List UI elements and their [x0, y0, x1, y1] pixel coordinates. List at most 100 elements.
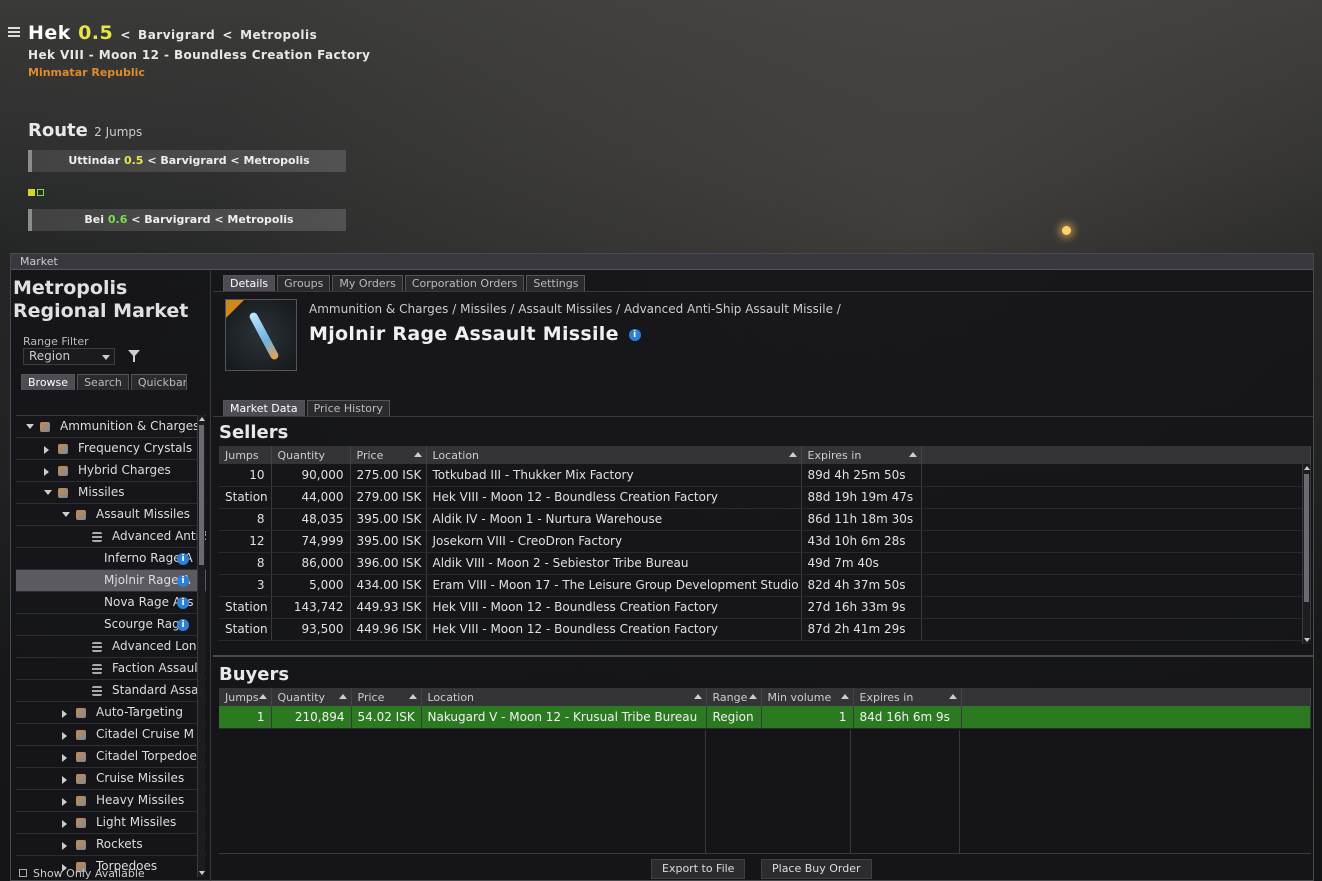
window-title[interactable]: Market: [11, 254, 1313, 270]
sellers-scrollbar[interactable]: [1302, 464, 1310, 644]
column-header[interactable]: Quantity: [271, 446, 351, 464]
chevron-right-icon[interactable]: [62, 754, 67, 762]
buyer-row[interactable]: 1 210,894 54.02 ISK Nakugard V - Moon 12 - …: [219, 706, 1311, 729]
chevron-down-icon[interactable]: [62, 512, 70, 517]
route-destination[interactable]: Bei 0.6 < Barvigrard < Metropolis: [28, 209, 346, 231]
chevron-right-icon[interactable]: [62, 776, 67, 784]
tree-item[interactable]: Standard Assault: [16, 680, 206, 702]
column-header[interactable]: Min volume: [761, 688, 854, 706]
scroll-down-icon[interactable]: [199, 871, 205, 875]
chevron-down-icon[interactable]: [44, 490, 52, 495]
splitter[interactable]: [213, 655, 1313, 657]
scroll-thumb[interactable]: [1304, 474, 1309, 602]
scroll-down-icon[interactable]: [1304, 638, 1310, 642]
info-icon[interactable]: i: [177, 619, 189, 631]
tree-item[interactable]: Frequency Crystals: [16, 438, 206, 460]
checkbox-icon[interactable]: [19, 869, 27, 877]
tree-item[interactable]: Advanced Long R: [16, 636, 206, 658]
tree-item[interactable]: Inferno Rage Ai: [16, 548, 206, 570]
item-thumbnail[interactable]: [225, 299, 297, 371]
tree-item[interactable]: Scourge Rage i: [16, 614, 206, 636]
item-breadcrumb[interactable]: Ammunition & Charges / Missiles / Assaul…: [309, 302, 841, 316]
current-system[interactable]: Hek 0.5 < Barvigrard < Metropolis: [28, 22, 317, 44]
seller-row[interactable]: 8 48,035 395.00 ISK Aldik IV - Moon 1 - Nur…: [219, 508, 1311, 531]
seller-row[interactable]: Station 44,000 279.00 ISK Hek VIII - Moon 1…: [219, 486, 1311, 509]
show-only-available-toggle[interactable]: Show Only Available: [19, 867, 145, 880]
tree-item[interactable]: Cruise Missiles: [16, 768, 206, 790]
chevron-right-icon[interactable]: [44, 446, 49, 454]
scroll-up-icon[interactable]: [1304, 466, 1310, 470]
sort-arrow-icon[interactable]: [748, 694, 757, 699]
export-to-file-button[interactable]: Export to File: [651, 859, 746, 879]
sort-arrow-icon[interactable]: [338, 694, 347, 699]
hamburger-menu-icon[interactable]: [8, 27, 20, 37]
tree-item[interactable]: Heavy Missiles: [16, 790, 206, 812]
tab-my-orders[interactable]: My Orders: [332, 275, 403, 291]
column-header[interactable]: Quantity: [271, 688, 352, 706]
chevron-right-icon[interactable]: [44, 468, 49, 476]
column-header[interactable]: Jumps: [219, 446, 272, 464]
info-icon[interactable]: i: [628, 329, 641, 341]
tab-corporation-orders[interactable]: Corporation Orders: [404, 275, 525, 291]
tab-quickbar[interactable]: Quickbar: [130, 374, 187, 390]
sort-arrow-icon[interactable]: [840, 694, 849, 699]
sort-arrow-icon[interactable]: [258, 694, 267, 699]
tree-item[interactable]: Assault Missiles: [16, 504, 206, 526]
faction-name[interactable]: Minmatar Republic: [28, 66, 145, 79]
tab-groups[interactable]: Groups: [277, 275, 331, 291]
tree-item[interactable]: Nova Rage Ass i: [16, 592, 206, 614]
tab-market-data[interactable]: Market Data: [223, 400, 305, 416]
tree-item[interactable]: Auto-Targeting: [16, 702, 206, 724]
info-icon[interactable]: i: [177, 553, 189, 565]
sort-arrow-icon[interactable]: [693, 694, 702, 699]
column-header[interactable]: Location: [421, 688, 707, 706]
station-name[interactable]: Hek VIII - Moon 12 - Boundless Creation …: [28, 48, 370, 62]
tree-item[interactable]: Rockets: [16, 834, 206, 856]
tree-item[interactable]: Hybrid Charges: [16, 460, 206, 482]
tree-scrollbar[interactable]: [197, 415, 205, 877]
scroll-up-icon[interactable]: [199, 417, 205, 421]
seller-row[interactable]: 12 74,999 395.00 ISK Josekorn VIII - CreoDr…: [219, 530, 1311, 553]
place-buy-order-button[interactable]: Place Buy Order: [761, 859, 872, 879]
chevron-down-icon[interactable]: [26, 424, 34, 429]
seller-row[interactable]: 10 90,000 275.00 ISK Totkubad III - Thukker…: [219, 464, 1311, 487]
chevron-right-icon[interactable]: [62, 732, 67, 740]
info-icon[interactable]: i: [177, 575, 189, 587]
filter-icon[interactable]: [128, 350, 140, 362]
tree-item[interactable]: Ammunition & Charges: [16, 416, 206, 438]
range-filter-select[interactable]: Region: [23, 348, 115, 365]
column-header[interactable]: Location: [426, 446, 802, 464]
sort-arrow-icon[interactable]: [413, 452, 422, 457]
column-header[interactable]: Price: [350, 446, 427, 464]
column-header[interactable]: Jumps: [219, 688, 272, 706]
tab-settings[interactable]: Settings: [526, 275, 586, 291]
tree-item[interactable]: Citadel Cruise M: [16, 724, 206, 746]
tab-browse[interactable]: Browse: [21, 374, 76, 390]
tab-price-history[interactable]: Price History: [306, 400, 391, 416]
chevron-right-icon[interactable]: [62, 710, 67, 718]
column-header[interactable]: Price: [351, 688, 422, 706]
seller-row[interactable]: 3 5,000 434.00 ISK Eram VIII - Moon 17 - Th…: [219, 574, 1311, 597]
column-header[interactable]: Expires in: [801, 446, 922, 464]
route-waypoint[interactable]: Uttindar 0.5 < Barvigrard < Metropolis: [28, 150, 346, 172]
sort-arrow-icon[interactable]: [788, 452, 797, 457]
seller-row[interactable]: 8 86,000 396.00 ISK Aldik VIII - Moon 2 - S…: [219, 552, 1311, 575]
scroll-thumb[interactable]: [199, 425, 204, 565]
seller-row[interactable]: Station 143,742 449.93 ISK Hek VIII - Moon …: [219, 596, 1311, 619]
tab-details[interactable]: Details: [223, 275, 276, 291]
sort-arrow-icon[interactable]: [948, 694, 957, 699]
column-header[interactable]: Expires in: [853, 688, 962, 706]
tab-search[interactable]: Search: [77, 374, 129, 390]
info-icon[interactable]: i: [177, 597, 189, 609]
tree-item[interactable]: Light Missiles: [16, 812, 206, 834]
seller-row[interactable]: Station 93,500 449.96 ISK Hek VIII - Moon 1…: [219, 618, 1311, 641]
sort-arrow-icon[interactable]: [408, 694, 417, 699]
tree-item[interactable]: Advanced Anti-Sh: [16, 526, 206, 548]
sort-arrow-icon[interactable]: [908, 452, 917, 457]
tree-item[interactable]: Missiles: [16, 482, 206, 504]
chevron-right-icon[interactable]: [62, 842, 67, 850]
chevron-right-icon[interactable]: [62, 798, 67, 806]
tree-item[interactable]: Citadel Torpedoe: [16, 746, 206, 768]
chevron-right-icon[interactable]: [62, 820, 67, 828]
column-header[interactable]: Range: [706, 688, 762, 706]
